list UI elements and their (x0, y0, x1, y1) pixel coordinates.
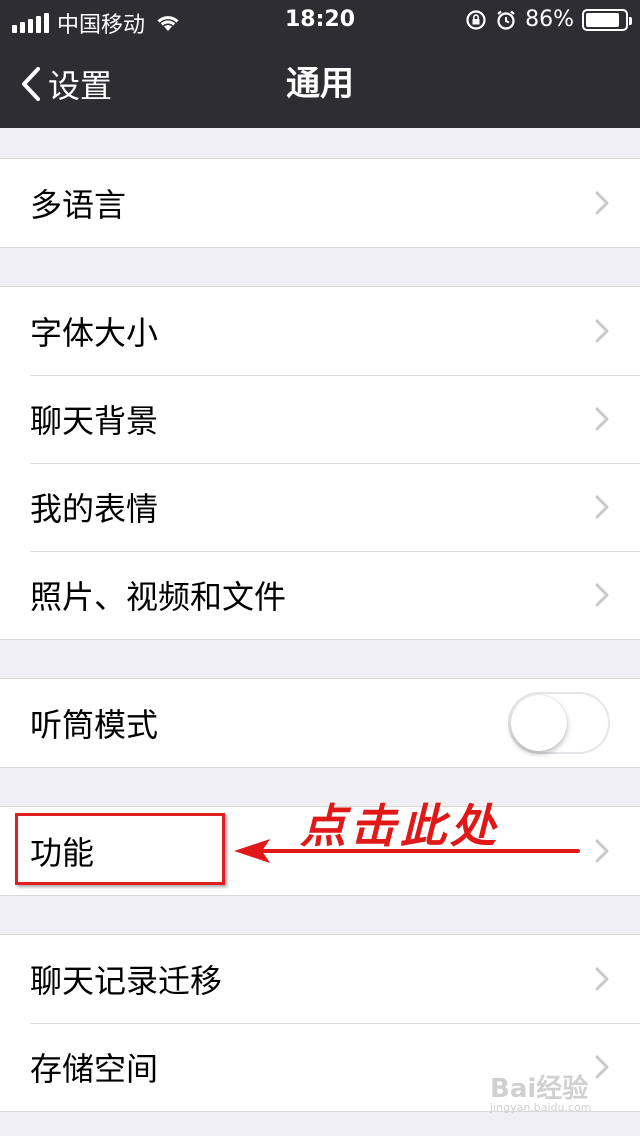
rotation-lock-icon (466, 9, 486, 30)
chevron-right-icon (595, 407, 609, 431)
back-button[interactable]: 设置 (20, 40, 112, 128)
watermark-brand: Bai经验 (490, 1074, 589, 1104)
row-receiver-mode: 听筒模式 (0, 679, 640, 767)
settings-group-receiver: 听筒模式 (0, 678, 640, 768)
chevron-right-icon (595, 583, 609, 607)
settings-group-language: 多语言 (0, 158, 640, 248)
row-chat-history-migration[interactable]: 聊天记录迁移 (0, 935, 640, 1023)
status-right: 86% (465, 7, 632, 32)
chevron-right-icon (595, 495, 609, 519)
battery-fill (586, 12, 619, 27)
toggle-knob (511, 695, 567, 751)
watermark-sub: jingyan.baidu.com (490, 1101, 592, 1114)
chevron-right-icon (595, 967, 609, 991)
chevron-right-icon (595, 839, 609, 863)
settings-group-display: 字体大小 聊天背景 我的表情 照片、视频和文件 (0, 286, 640, 640)
chevron-right-icon (595, 191, 609, 215)
row-font-size[interactable]: 字体大小 (0, 287, 640, 375)
row-photos-videos-files[interactable]: 照片、视频和文件 (0, 551, 640, 639)
row-label: 聊天记录迁移 (30, 962, 223, 1000)
row-my-stickers[interactable]: 我的表情 (0, 463, 640, 551)
row-label: 聊天背景 (30, 402, 159, 440)
navigation-bar: 设置 通用 (0, 40, 640, 128)
annotation-highlight-box (15, 813, 225, 885)
status-bar: 中国移动 18:20 86% (0, 0, 640, 40)
row-chat-background[interactable]: 聊天背景 (0, 375, 640, 463)
row-label: 我的表情 (30, 490, 159, 528)
alarm-icon (497, 10, 515, 30)
baidu-watermark: Bai经验 jingyan.baidu.com (490, 1068, 620, 1118)
battery-icon (582, 8, 632, 31)
row-label: 存储空间 (30, 1050, 159, 1088)
row-multi-language[interactable]: 多语言 (0, 159, 640, 247)
chevron-left-icon (22, 67, 40, 101)
back-label: 设置 (48, 67, 113, 105)
row-label: 多语言 (30, 186, 127, 224)
row-label: 照片、视频和文件 (30, 578, 287, 616)
chevron-right-icon (595, 319, 609, 343)
battery-percent: 86% (525, 7, 574, 32)
row-label: 听筒模式 (30, 706, 159, 744)
receiver-mode-toggle[interactable] (508, 692, 610, 754)
row-label: 字体大小 (30, 314, 159, 352)
annotation-text: 点击此处 (300, 799, 500, 853)
